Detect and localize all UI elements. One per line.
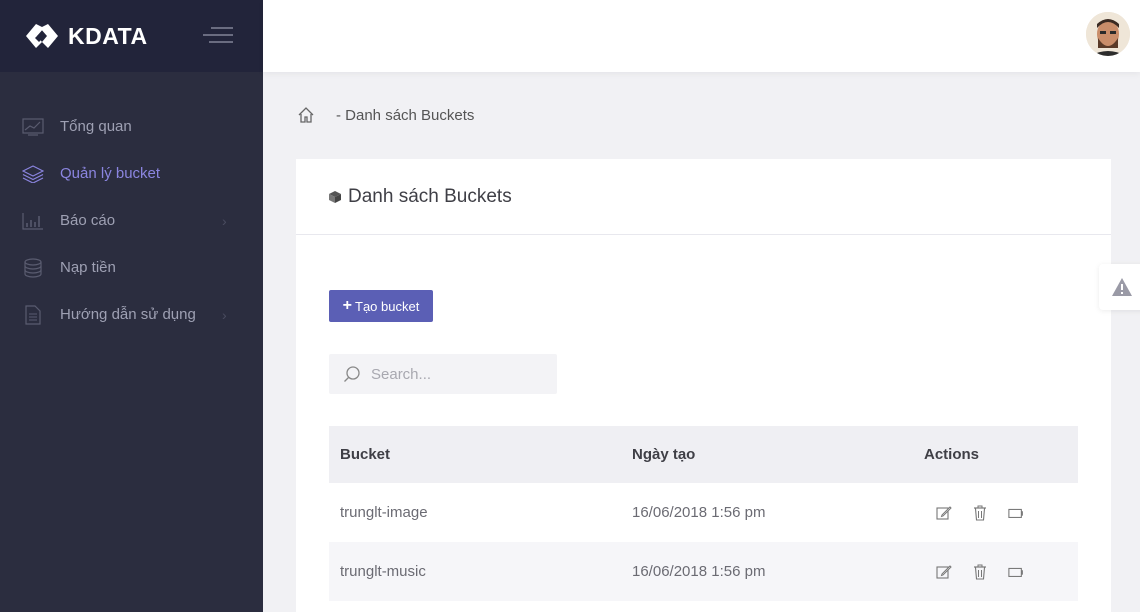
sidebar-item-label: Báo cáo: [60, 212, 116, 229]
kdata-logo-icon: [26, 24, 58, 48]
column-header-bucket[interactable]: Bucket: [329, 446, 621, 463]
home-icon[interactable]: [297, 106, 315, 124]
breadcrumb-current: - Danh sách Buckets: [336, 106, 475, 124]
created-date-cell: 16/06/2018 1:56 pm: [632, 504, 766, 521]
bucket-list-card: Danh sách Buckets + Tạo bucket Bucket Ng…: [296, 159, 1111, 612]
document-icon: [22, 304, 44, 326]
create-bucket-label: Tạo bucket: [355, 298, 420, 314]
plus-icon: +: [342, 297, 352, 314]
search-input[interactable]: [371, 365, 541, 383]
brand-logo[interactable]: KDATA: [22, 21, 148, 51]
avatar[interactable]: [1086, 12, 1130, 56]
sidebar-item-label: Quản lý bucket: [60, 165, 161, 182]
sidebar-header: KDATA: [0, 0, 263, 72]
create-bucket-button[interactable]: + Tạo bucket: [329, 290, 433, 322]
warning-icon: [1112, 278, 1132, 296]
breadcrumb: - Danh sách Buckets: [297, 106, 474, 124]
folder-open-icon[interactable]: [1008, 564, 1024, 580]
sidebar-item-huong-dan[interactable]: Hướng dẫn sử dụng ›: [0, 291, 263, 338]
delete-icon[interactable]: [972, 564, 988, 580]
column-header-date[interactable]: Ngày tạo: [621, 446, 913, 463]
card-header: Danh sách Buckets: [296, 159, 1111, 235]
sidebar: KDATA Tổng quan Quản lý bucket Báo cáo ›: [0, 0, 263, 612]
buckets-table: Bucket Ngày tạo Actions trunglt-image 16…: [329, 426, 1078, 601]
chevron-right-icon: ›: [222, 306, 227, 323]
sidebar-menu: Tổng quan Quản lý bucket Báo cáo › Nạp t…: [0, 103, 263, 338]
column-header-actions: Actions: [924, 446, 980, 463]
search-icon: [344, 366, 360, 382]
table-header: Bucket Ngày tạo Actions: [329, 426, 1078, 483]
coins-icon: [22, 257, 44, 279]
actions-cell: [913, 505, 1044, 521]
sidebar-item-nap-tien[interactable]: Nạp tiền: [0, 244, 263, 291]
chevron-right-icon: ›: [222, 212, 227, 229]
actions-cell: [913, 564, 1044, 580]
table-row: trunglt-music 16/06/2018 1:56 pm: [329, 542, 1078, 601]
cube-icon: [329, 190, 341, 203]
sidebar-item-quan-ly-bucket[interactable]: Quản lý bucket: [0, 150, 263, 197]
table-row: trunglt-image 16/06/2018 1:56 pm: [329, 483, 1078, 542]
bar-chart-icon: [22, 210, 44, 232]
sidebar-item-label: Hướng dẫn sử dụng: [60, 306, 196, 323]
brand-name: KDATA: [68, 22, 148, 49]
menu-toggle-button[interactable]: [203, 27, 233, 47]
sidebar-item-label: Nạp tiền: [60, 259, 116, 276]
search-box: [329, 354, 557, 394]
bucket-name-cell[interactable]: trunglt-music: [329, 563, 621, 580]
top-header: [263, 0, 1140, 72]
created-date-cell: 16/06/2018 1:56 pm: [632, 563, 766, 580]
edit-icon[interactable]: [936, 564, 952, 580]
bucket-name-cell[interactable]: trunglt-image: [329, 504, 621, 521]
folder-open-icon[interactable]: [1008, 505, 1024, 521]
alert-tab[interactable]: [1099, 264, 1140, 310]
chart-monitor-icon: [22, 116, 44, 138]
delete-icon[interactable]: [972, 505, 988, 521]
sidebar-item-bao-cao[interactable]: Báo cáo ›: [0, 197, 263, 244]
page-title: Danh sách Buckets: [348, 185, 512, 207]
sidebar-item-tong-quan[interactable]: Tổng quan: [0, 103, 263, 150]
layers-icon: [22, 163, 44, 185]
edit-icon[interactable]: [936, 505, 952, 521]
sidebar-item-label: Tổng quan: [60, 118, 132, 135]
